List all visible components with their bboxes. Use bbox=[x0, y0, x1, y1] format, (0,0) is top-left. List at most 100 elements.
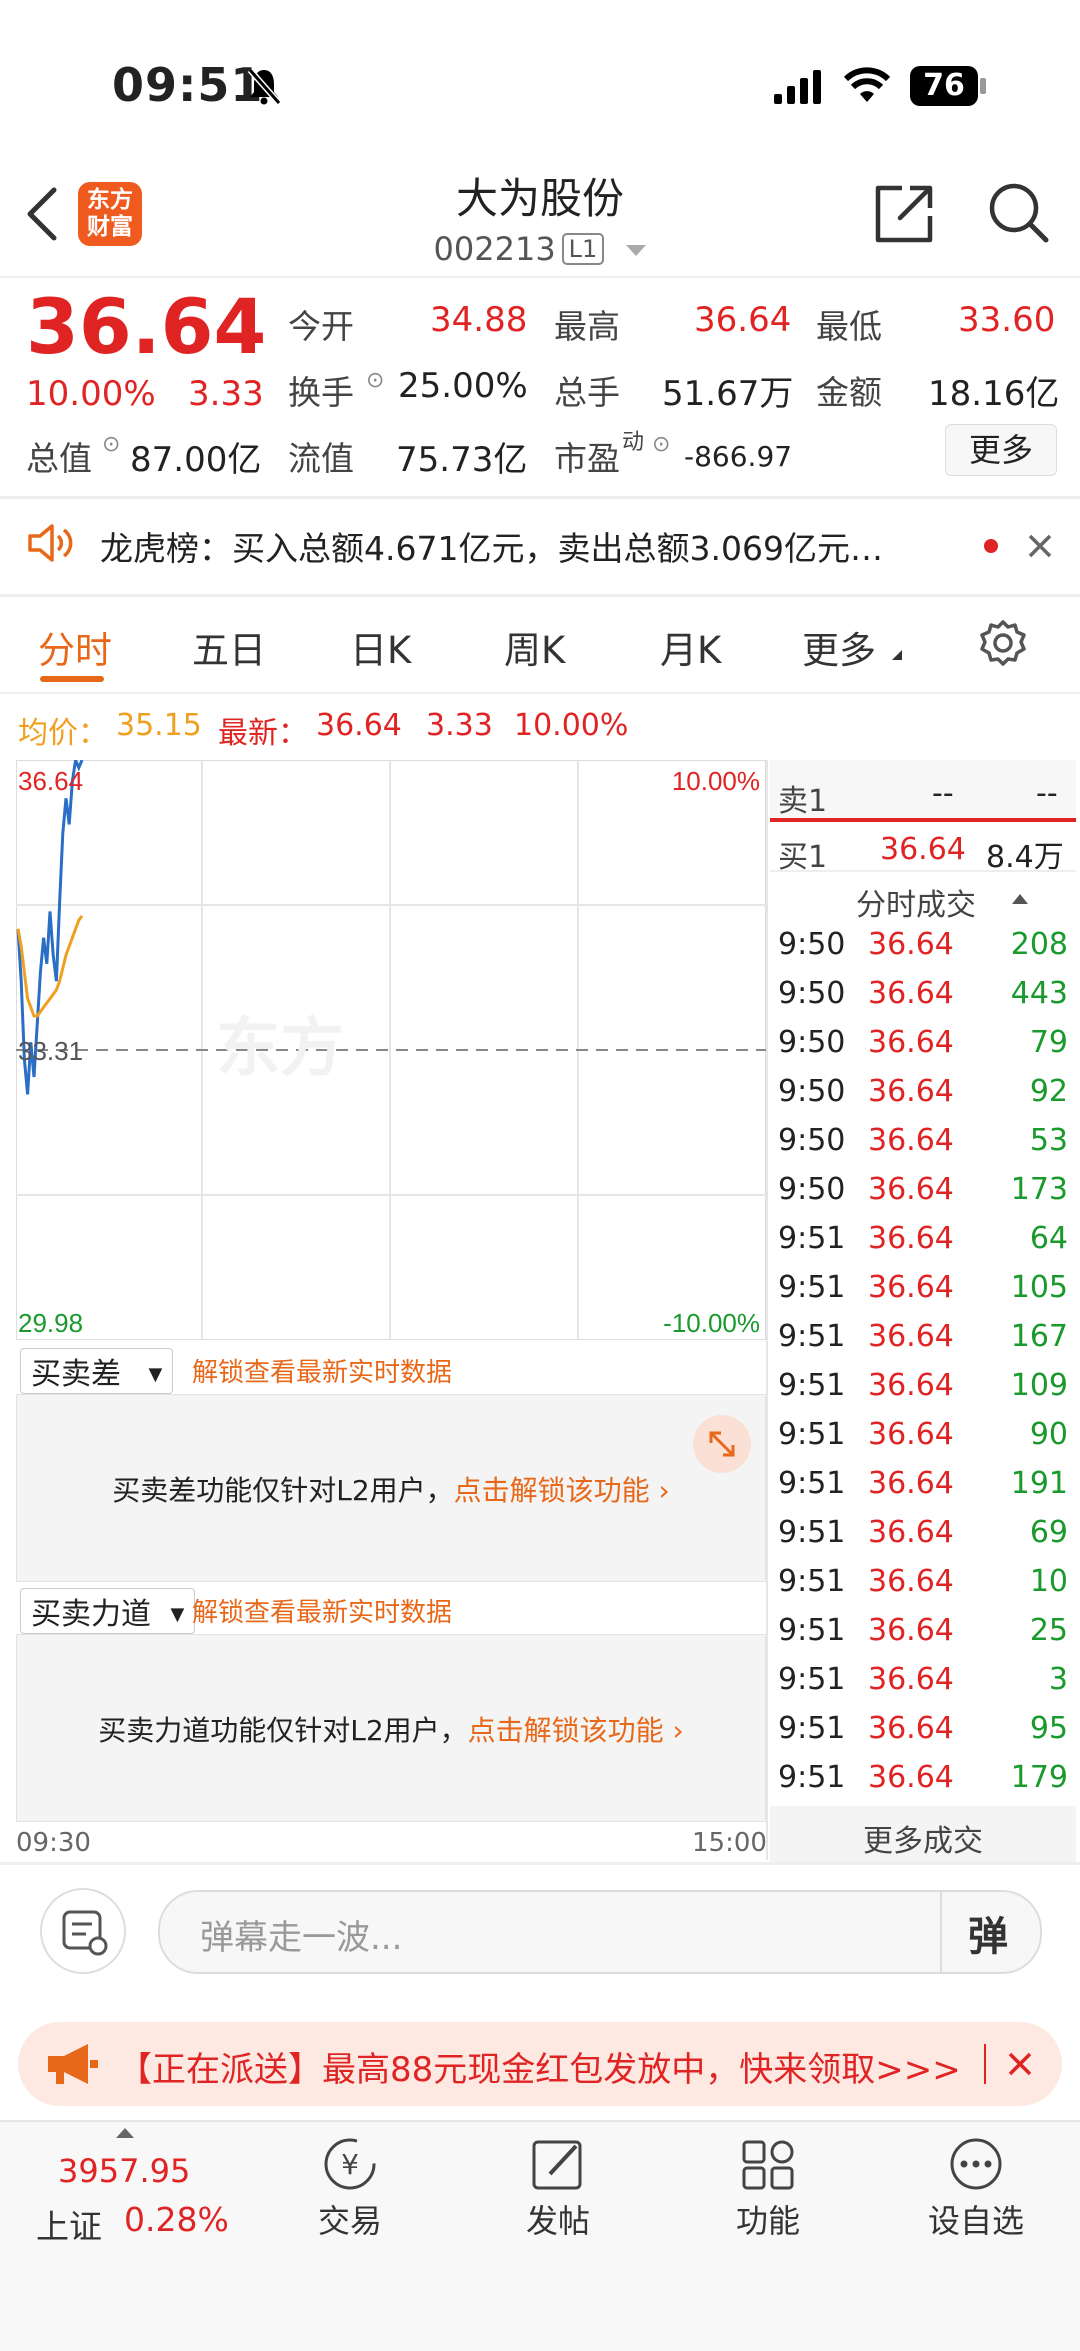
tab-five-day[interactable]: 五日 bbox=[192, 620, 266, 674]
spread-select[interactable]: 买卖差 ▼ bbox=[20, 1348, 174, 1394]
notice-unread-dot bbox=[984, 539, 998, 553]
chart-watermark: 东方 bbox=[216, 1012, 344, 1084]
trade-row: 9:51 36.64 109 bbox=[778, 1368, 1068, 1417]
nav-watchlist[interactable]: 设自选 bbox=[906, 2136, 1046, 2242]
trade-time: 9:51 bbox=[778, 1613, 846, 1648]
spread-select-caret-icon: ▼ bbox=[148, 1364, 163, 1385]
trade-time: 9:51 bbox=[778, 1711, 846, 1746]
pe-info-icon[interactable]: ⊙ bbox=[652, 432, 670, 457]
trade-price: 36.64 bbox=[868, 1319, 954, 1354]
sell1-price: -- bbox=[932, 776, 954, 811]
level-dropdown-icon bbox=[626, 245, 647, 256]
promo-close-icon[interactable] bbox=[1004, 2048, 1036, 2080]
trade-volume: 105 bbox=[1010, 1270, 1068, 1305]
trade-volume: 109 bbox=[1010, 1368, 1068, 1403]
trade-volume: 64 bbox=[1029, 1221, 1068, 1256]
trade-time: 9:51 bbox=[778, 1368, 846, 1403]
settings-gear-icon[interactable] bbox=[978, 618, 1028, 668]
status-time: 09:51 bbox=[112, 58, 264, 112]
trade-volume: 443 bbox=[1010, 976, 1068, 1011]
trade-volume: 79 bbox=[1029, 1025, 1068, 1060]
latest-value: 36.64 bbox=[316, 708, 402, 743]
search-icon[interactable] bbox=[986, 180, 1052, 246]
trade-row: 9:51 36.64 3 bbox=[778, 1662, 1068, 1711]
change-percent: 10.00% bbox=[26, 374, 156, 414]
high-label: 最高 bbox=[554, 307, 620, 346]
trade-time: 9:51 bbox=[778, 1564, 846, 1599]
x-start-label: 09:30 bbox=[16, 1828, 91, 1858]
avg-value: 35.15 bbox=[116, 708, 202, 743]
y-bottom-label: 29.98 bbox=[18, 1308, 83, 1338]
pct-top-label: 10.00% bbox=[672, 766, 760, 796]
trade-price: 36.64 bbox=[868, 1417, 954, 1452]
more-dots-icon bbox=[950, 2138, 1002, 2190]
tab-more[interactable]: 更多 bbox=[802, 620, 876, 674]
share-icon[interactable] bbox=[872, 182, 936, 246]
pe-superscript: 动 bbox=[622, 430, 645, 455]
force-unlock-link[interactable]: 解锁查看最新实时数据 bbox=[192, 1592, 452, 1629]
latest-change-pct: 10.00% bbox=[514, 708, 629, 743]
tab-weekly-k[interactable]: 周K bbox=[504, 620, 565, 674]
force-unlock-action[interactable]: 点击解锁该功能 bbox=[468, 1714, 664, 1747]
trades-header[interactable]: 分时成交 bbox=[856, 880, 976, 924]
turnover-info-icon[interactable]: ⊙ bbox=[366, 368, 384, 393]
trade-row: 9:50 36.64 92 bbox=[778, 1074, 1068, 1123]
index-name[interactable]: 上证 bbox=[36, 2200, 102, 2248]
expand-icon[interactable] bbox=[693, 1415, 751, 1473]
latest-change: 3.33 bbox=[426, 708, 493, 743]
trade-price: 36.64 bbox=[868, 1172, 954, 1207]
battery-icon: 76 bbox=[910, 66, 978, 106]
danmu-send-button[interactable]: 弹 bbox=[968, 1904, 1008, 1962]
danmu-separator bbox=[940, 1892, 942, 1972]
open-label: 今开 bbox=[288, 307, 354, 346]
trade-price: 36.64 bbox=[868, 1760, 954, 1795]
trade-row: 9:51 36.64 105 bbox=[778, 1270, 1068, 1319]
trade-price: 36.64 bbox=[868, 1466, 954, 1501]
battery-level: 76 bbox=[923, 68, 965, 103]
promo-separator bbox=[984, 2044, 986, 2084]
trade-volume: 167 bbox=[1010, 1319, 1068, 1354]
trade-time: 9:50 bbox=[778, 927, 846, 962]
tab-intraday[interactable]: 分时 bbox=[38, 620, 112, 674]
spread-unlock-action[interactable]: 点击解锁该功能 bbox=[454, 1474, 650, 1507]
danmu-list-button[interactable] bbox=[40, 1888, 126, 1974]
quote-divider bbox=[0, 496, 1080, 499]
trade-volume: 90 bbox=[1029, 1417, 1068, 1452]
more-quote-button[interactable]: 更多 bbox=[945, 424, 1057, 476]
nav-functions[interactable]: 功能 bbox=[698, 2136, 838, 2242]
nav-trade[interactable]: ¥ 交易 bbox=[280, 2136, 420, 2242]
more-trades-button[interactable]: 更多成交 bbox=[770, 1816, 1076, 1860]
spread-unlock-link[interactable]: 解锁查看最新实时数据 bbox=[192, 1352, 452, 1389]
nav-trade-label: 交易 bbox=[317, 2202, 382, 2240]
level-badge: L1 bbox=[561, 233, 605, 265]
trade-volume: 3 bbox=[1048, 1662, 1068, 1697]
tab-daily-k[interactable]: 日K bbox=[350, 620, 411, 674]
trade-price: 36.64 bbox=[868, 1270, 954, 1305]
trade-row: 9:50 36.64 173 bbox=[778, 1172, 1068, 1221]
trade-time: 9:51 bbox=[778, 1221, 846, 1256]
notice-close-icon[interactable] bbox=[1024, 530, 1056, 562]
intraday-chart[interactable]: 东方 36.64 33.31 29.98 10.00% -10.00% bbox=[16, 760, 766, 1340]
force-select[interactable]: 买卖力道 ▼ bbox=[20, 1588, 196, 1634]
battery-tip bbox=[980, 78, 986, 94]
trade-price: 36.64 bbox=[868, 1662, 954, 1697]
trade-price: 36.64 bbox=[868, 1515, 954, 1550]
trade-row: 9:50 36.64 53 bbox=[778, 1123, 1068, 1172]
trade-time: 9:51 bbox=[778, 1270, 846, 1305]
trade-row: 9:50 36.64 443 bbox=[778, 976, 1068, 1025]
nav-watchlist-label: 设自选 bbox=[927, 2202, 1024, 2240]
danmu-input[interactable]: 弹幕走一波... 弹 bbox=[158, 1890, 1042, 1974]
force-chevron-icon: › bbox=[663, 1714, 684, 1747]
index-value[interactable]: 3957.95 bbox=[58, 2152, 190, 2190]
index-pct[interactable]: 0.28% bbox=[124, 2200, 229, 2239]
tab-monthly-k[interactable]: 月K bbox=[660, 620, 721, 674]
mktcap-info-icon[interactable]: ⊙ bbox=[102, 432, 120, 457]
force-locked-panel: 买卖力道功能仅针对L2用户，点击解锁该功能 › bbox=[16, 1634, 766, 1822]
trade-price: 36.64 bbox=[868, 1074, 954, 1109]
trades-sort-icon[interactable] bbox=[1012, 894, 1028, 904]
nav-post[interactable]: 发帖 bbox=[488, 2136, 628, 2242]
sell1-label: 卖1 bbox=[778, 784, 828, 819]
promo-banner[interactable]: 【正在派送】最高88元现金红包发放中，快来领取>>> bbox=[18, 2022, 1062, 2106]
notice-text[interactable]: 龙虎榜：买入总额4.671亿元，卖出总额3.069亿元… bbox=[100, 522, 883, 570]
spread-locked-message: 买卖差功能仅针对L2用户， bbox=[112, 1474, 454, 1507]
